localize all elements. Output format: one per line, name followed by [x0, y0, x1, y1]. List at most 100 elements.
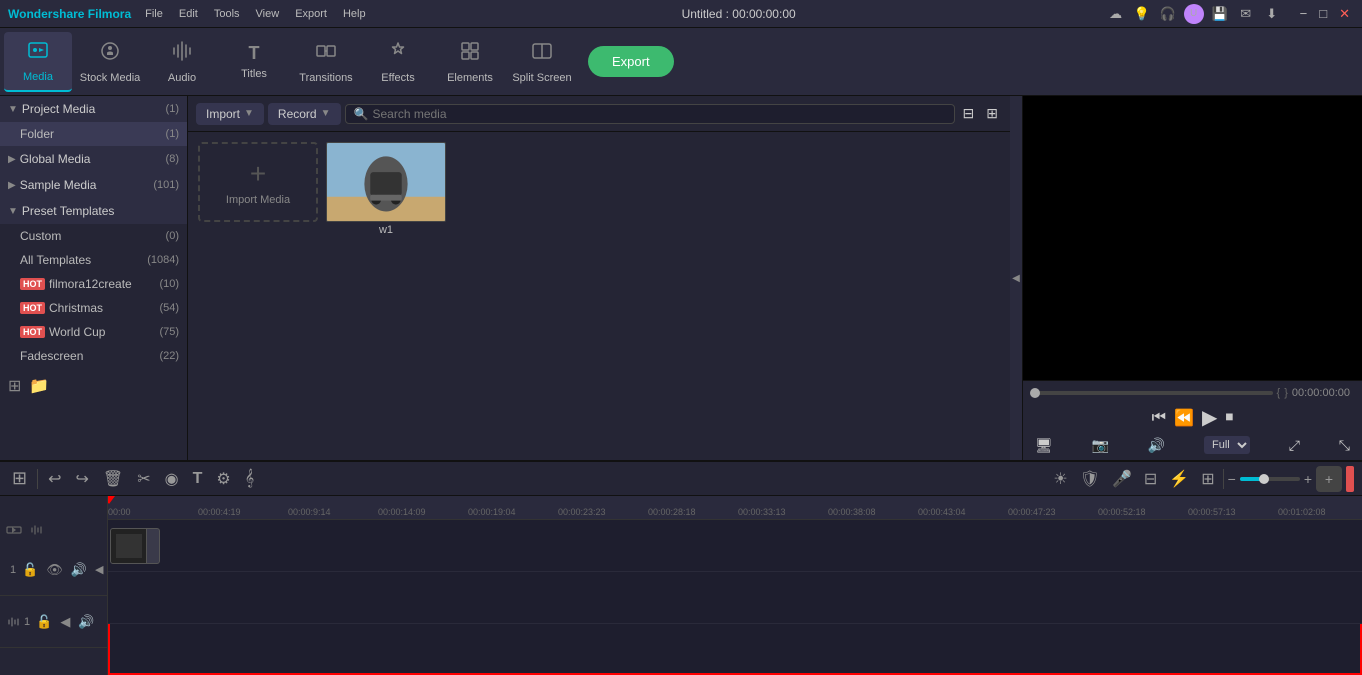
toolbar-stock[interactable]: Stock Media — [76, 32, 144, 92]
toolbar-elements[interactable]: Elements — [436, 32, 504, 92]
save-icon[interactable]: 💾 — [1210, 4, 1230, 24]
camera-icon[interactable]: 📷 — [1092, 437, 1109, 454]
global-media-header[interactable]: ▶ Global Media (8) — [0, 146, 187, 172]
shield-btn[interactable]: 🛡 — [1076, 467, 1104, 491]
cloud-icon[interactable]: ☁ — [1106, 4, 1126, 24]
mosaic-btn[interactable]: ⊞ — [1197, 467, 1218, 491]
media-label: Media — [23, 71, 53, 83]
sidebar-item-world-cup[interactable]: HOT World Cup (75) — [0, 320, 187, 344]
monitor-icon[interactable]: 🖥 — [1035, 437, 1053, 454]
crop-button[interactable]: ◉ — [161, 467, 183, 491]
menu-edit[interactable]: Edit — [173, 6, 204, 22]
add-video-track[interactable] — [6, 522, 22, 543]
menu-export[interactable]: Export — [289, 6, 333, 22]
import-button[interactable]: Import ▼ — [196, 103, 264, 125]
custom-count: (0) — [166, 230, 179, 242]
cut-button[interactable]: ✂ — [133, 467, 154, 491]
sun-effect-btn[interactable]: ☀ — [1049, 467, 1071, 491]
search-input[interactable] — [372, 107, 945, 121]
quality-select[interactable]: Full 1/2 1/4 — [1204, 436, 1250, 454]
frame-back-button[interactable]: ⏪ — [1174, 408, 1194, 428]
record-button[interactable]: Record ▼ — [268, 103, 341, 125]
delete-button[interactable]: 🗑 — [99, 467, 127, 491]
headset-icon[interactable]: 🎧 — [1158, 4, 1178, 24]
section-sample-media: ▶ Sample Media (101) — [0, 172, 187, 198]
filter-button[interactable]: ⊟ — [959, 101, 979, 126]
media-thumb-w1[interactable]: w1 — [326, 142, 446, 236]
play-button[interactable]: ▶ — [1202, 405, 1217, 430]
sidebar-grid-icon[interactable]: ⊞ — [8, 376, 21, 396]
toolbar-audio[interactable]: Audio — [148, 32, 216, 92]
sample-media-header[interactable]: ▶ Sample Media (101) — [0, 172, 187, 198]
fullscreen-button[interactable]: ⤢ — [1289, 437, 1300, 454]
close-button[interactable]: ✕ — [1335, 6, 1354, 22]
sun-icon[interactable]: 💡 — [1132, 4, 1152, 24]
sidebar-item-all-templates[interactable]: All Templates (1084) — [0, 248, 187, 272]
titlebar-right: ☁ 💡 🎧 U 💾 ✉ ⬇ − □ ✕ — [1106, 4, 1354, 24]
import-media-button[interactable]: + Import Media — [198, 142, 318, 222]
audio-icon — [171, 40, 193, 68]
undo-button[interactable]: ↩ — [44, 467, 65, 491]
project-media-header[interactable]: ▼ Project Media (1) — [0, 96, 187, 122]
toolbar-media[interactable]: Media — [4, 32, 72, 92]
menu-file[interactable]: File — [139, 6, 169, 22]
grid-view-button[interactable]: ⊞ — [982, 101, 1002, 126]
transitions-label: Transitions — [299, 72, 352, 84]
sidebar-item-filmora12create[interactable]: HOT filmora12create (10) — [0, 272, 187, 296]
video-clip-1[interactable] — [110, 528, 160, 564]
toolbar-effects[interactable]: Effects — [364, 32, 432, 92]
mic-btn[interactable]: 🎤 — [1108, 467, 1136, 491]
multicam-btn[interactable]: ⊟ — [1140, 467, 1161, 491]
menu-tools[interactable]: Tools — [208, 6, 246, 22]
video-expand-btn[interactable]: ◀ — [93, 563, 105, 576]
caret-project-media: ▼ — [8, 104, 18, 115]
sidebar-item-christmas[interactable]: HOT Christmas (54) — [0, 296, 187, 320]
toolbar-transitions[interactable]: Transitions — [292, 32, 360, 92]
expand-button[interactable]: ⤡ — [1339, 437, 1350, 454]
media-toolbar: Import ▼ Record ▼ 🔍 ⊟ ⊞ — [188, 96, 1010, 132]
instant-btn[interactable]: ⚡ — [1165, 467, 1193, 491]
audio-speaker-btn[interactable]: 🔊 — [76, 614, 96, 630]
zoom-out-button[interactable]: − — [1228, 471, 1236, 487]
stop-button[interactable]: ⏹ — [1225, 409, 1233, 427]
email-icon[interactable]: ✉ — [1236, 4, 1256, 24]
menu-help[interactable]: Help — [337, 6, 372, 22]
adjust-button[interactable]: ⚙ — [212, 467, 234, 491]
video-speaker-btn[interactable]: 🔊 — [69, 562, 89, 578]
video-lock-btn[interactable]: 🔓 — [20, 562, 40, 578]
grid-icon: ⊞ — [986, 105, 998, 122]
video-eye-btn[interactable]: 👁 — [44, 562, 65, 578]
sidebar-item-custom[interactable]: Custom (0) — [0, 224, 187, 248]
main-area: ▼ Project Media (1) Folder (1) ▶ Global … — [0, 96, 1362, 460]
preset-templates-header[interactable]: ▼ Preset Templates — [0, 198, 187, 224]
maximize-button[interactable]: □ — [1315, 6, 1331, 21]
sidebar-folder-icon[interactable]: 📁 — [29, 376, 49, 396]
hot-badge-christmas: HOT — [20, 302, 45, 314]
caret-sample-media: ▶ — [8, 180, 16, 191]
minimize-button[interactable]: − — [1296, 6, 1312, 21]
audio-lock-btn[interactable]: 🔓 — [34, 614, 54, 630]
export-button[interactable]: Export — [588, 46, 674, 77]
add-audio-track[interactable] — [28, 522, 44, 543]
toolbar-splitscreen[interactable]: Split Screen — [508, 32, 576, 92]
volume-icon[interactable]: 🔊 — [1148, 437, 1165, 454]
skip-back-button[interactable]: ⏮ — [1152, 409, 1166, 427]
sidebar-item-fadescreen[interactable]: Fadescreen (22) — [0, 344, 187, 368]
beats-button[interactable]: 𝄞 — [241, 468, 258, 490]
sidebar-item-folder[interactable]: Folder (1) — [0, 122, 187, 146]
text-button[interactable]: T — [189, 468, 207, 490]
preview-progress-bar[interactable] — [1035, 391, 1273, 395]
tools-grid-button[interactable]: ⊞ — [8, 466, 31, 491]
splitscreen-label: Split Screen — [512, 72, 571, 84]
timeline-main: 1 🔓 👁 🔊 ◀ 1 🔓 ◀ 🔊 00:00 00:00:4:19 00:00… — [0, 496, 1362, 675]
download-icon[interactable]: ⬇ — [1262, 4, 1282, 24]
redo-button[interactable]: ↪ — [72, 467, 93, 491]
panel-collapse-button[interactable]: ◀ — [1010, 96, 1022, 460]
zoom-in-button[interactable]: + — [1304, 471, 1312, 487]
menu-view[interactable]: View — [250, 6, 286, 22]
zoom-slider[interactable] — [1240, 477, 1300, 481]
audio-expand-btn[interactable]: ◀ — [58, 614, 72, 630]
add-clip-button[interactable]: + — [1316, 466, 1342, 492]
user-avatar[interactable]: U — [1184, 4, 1204, 24]
toolbar-titles[interactable]: T Titles — [220, 32, 288, 92]
